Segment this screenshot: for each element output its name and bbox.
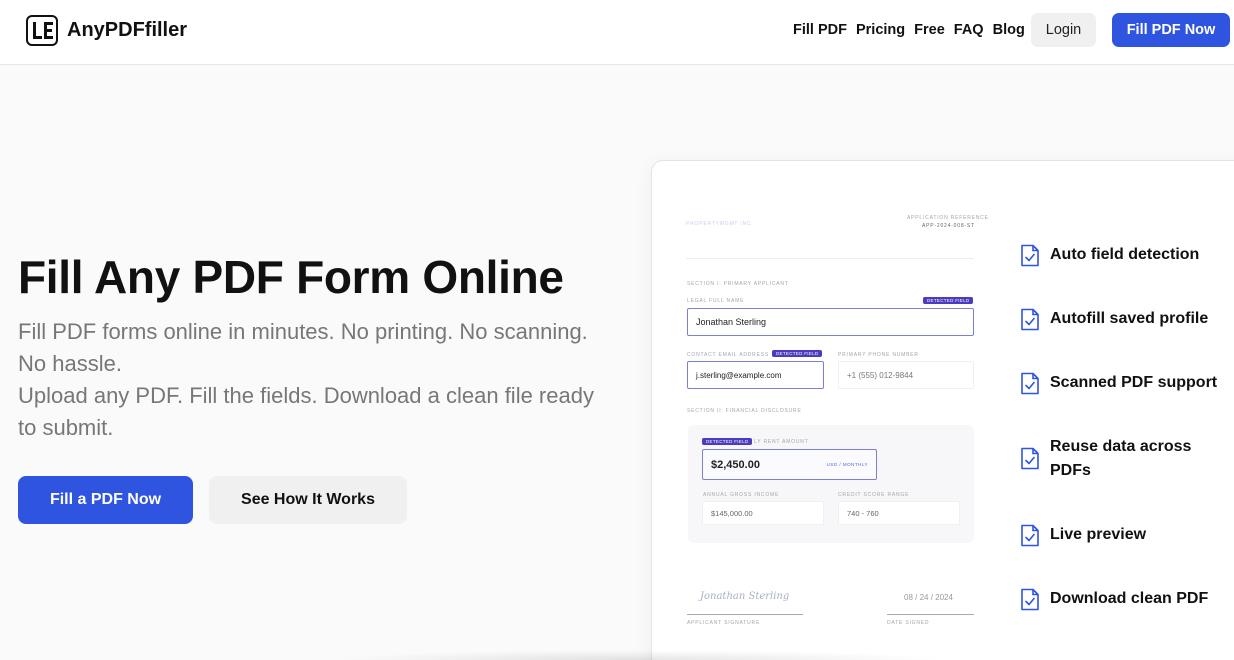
hero-title: Fill Any PDF Form Online	[18, 251, 564, 303]
app-ref-value: APP-2024-008-ST	[922, 223, 975, 229]
nav-faq[interactable]: FAQ	[954, 22, 984, 38]
rent-label: LY RENT AMOUNT	[754, 439, 809, 445]
nav-blog[interactable]: Blog	[993, 22, 1025, 38]
pdf-preview: PROPERTYMGMT INC. APPLICATION REFERENCE …	[652, 161, 992, 660]
section-1-title: SECTION I: PRIMARY APPLICANT	[687, 281, 789, 287]
date-signed: 08 / 24 / 2024	[904, 593, 953, 602]
logo-icon	[26, 15, 58, 46]
doc-check-icon	[1021, 308, 1039, 331]
feature-label: Scanned PDF support	[1050, 374, 1218, 391]
phone-field[interactable]: +1 (555) 012-9844	[838, 361, 974, 389]
fill-a-pdf-now-button[interactable]: Fill a PDF Now	[18, 476, 193, 524]
detected-field-badge: DETECTED FIELD	[923, 297, 974, 304]
rent-field[interactable]: $2,450.00 USD / MONTHLY	[702, 449, 877, 480]
bottom-shadow	[330, 650, 950, 660]
fill-pdf-now-button[interactable]: Fill PDF Now	[1112, 13, 1230, 47]
section-2-title: SECTION II: FINANCIAL DISCLOSURE	[687, 408, 802, 414]
brand-logo[interactable]: AnyPDFfiller	[26, 15, 187, 46]
doc-check-icon	[1021, 524, 1039, 547]
nav-free[interactable]: Free	[914, 22, 945, 38]
signature: Jonathan Sterling	[700, 591, 790, 602]
company-name: PROPERTYMGMT INC.	[686, 221, 754, 227]
feature-label: Download clean PDF	[1050, 590, 1209, 607]
nav-fill-pdf[interactable]: Fill PDF	[793, 22, 847, 38]
credit-field[interactable]: 740 - 760	[838, 501, 960, 525]
feature-label: Autofill saved profile	[1050, 310, 1209, 327]
feature-label: Reuse data across PDFs	[1050, 438, 1192, 479]
feature-item: Reuse data across PDFs	[1020, 435, 1234, 483]
detected-field-badge: DETECTED FIELD	[772, 350, 823, 357]
signature-line	[687, 614, 803, 615]
feature-label: Auto field detection	[1050, 246, 1200, 263]
rent-value: $2,450.00	[711, 458, 760, 471]
doc-check-icon	[1021, 244, 1039, 267]
detected-field-badge: DETECTED FIELD	[702, 438, 753, 445]
feature-label: Live preview	[1050, 526, 1147, 543]
nav-pricing[interactable]: Pricing	[856, 22, 905, 38]
site-header: AnyPDFfiller Fill PDF Pricing Free FAQ B…	[0, 0, 1234, 65]
app-ref-label: APPLICATION REFERENCE	[907, 215, 989, 221]
hero-subtitle: Fill PDF forms online in minutes. No pri…	[18, 316, 608, 444]
email-field[interactable]: j.sterling@example.com	[687, 361, 824, 389]
feature-item: Scanned PDF support	[1020, 371, 1234, 395]
income-field[interactable]: $145,000.00	[702, 501, 824, 525]
see-how-it-works-button[interactable]: See How It Works	[209, 476, 407, 524]
doc-check-icon	[1021, 447, 1039, 470]
feature-item: Autofill saved profile	[1020, 307, 1234, 331]
date-label: DATE SIGNED	[887, 620, 930, 626]
preview-card: PROPERTYMGMT INC. APPLICATION REFERENCE …	[651, 160, 1234, 660]
feature-item: Download clean PDF	[1020, 587, 1234, 611]
hero-subtitle-line-1: Fill PDF forms online in minutes. No pri…	[18, 319, 588, 376]
signature-label: APPLICANT SIGNATURE	[687, 620, 761, 626]
legal-name-label: LEGAL FULL NAME	[687, 298, 745, 304]
feature-item: Auto field detection	[1020, 243, 1234, 267]
legal-name-field[interactable]: Jonathan Sterling	[687, 308, 974, 336]
main-nav: Fill PDF Pricing Free FAQ Blog	[793, 22, 1025, 38]
divider	[686, 258, 974, 259]
login-button[interactable]: Login	[1031, 13, 1096, 47]
hero-subtitle-line-2: Upload any PDF. Fill the fields. Downloa…	[18, 383, 594, 440]
phone-label: PRIMARY PHONE NUMBER	[838, 352, 919, 358]
doc-check-icon	[1021, 372, 1039, 395]
credit-label: CREDIT SCORE RANGE	[838, 492, 910, 498]
feature-item: Live preview	[1020, 523, 1234, 547]
income-label: ANNUAL GROSS INCOME	[703, 492, 780, 498]
date-line	[887, 614, 974, 615]
doc-check-icon	[1021, 588, 1039, 611]
email-label: CONTACT EMAIL ADDRESS	[687, 352, 769, 358]
rent-unit: USD / MONTHLY	[826, 462, 868, 467]
brand-name: AnyPDFfiller	[67, 19, 188, 41]
